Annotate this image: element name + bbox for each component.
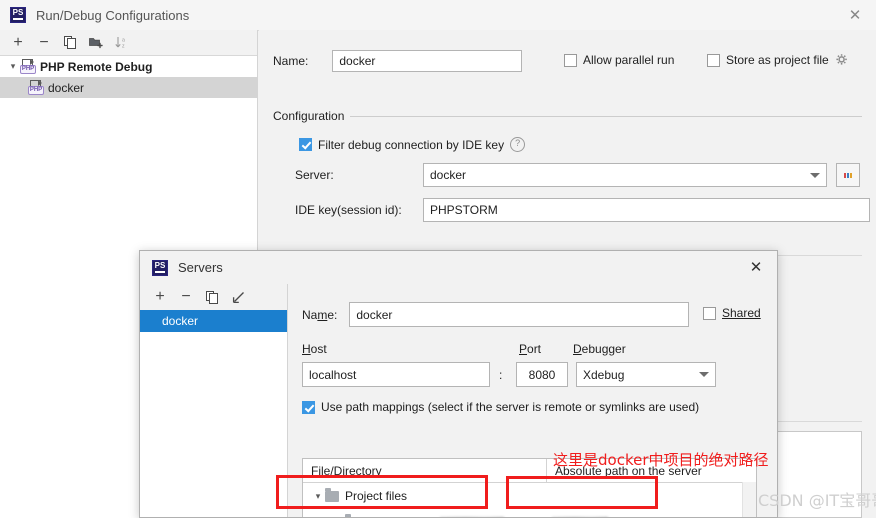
port-label: Port	[519, 342, 542, 356]
debugger-select[interactable]: Xdebug	[576, 362, 716, 387]
ellipsis-icon	[844, 172, 852, 178]
host-label: Host	[302, 342, 327, 356]
server-label: Server:	[295, 168, 334, 182]
name-field-row: Name: docker	[273, 50, 523, 72]
name-label: Name:	[273, 54, 309, 68]
server-select-value: docker	[430, 168, 467, 182]
php-remote-debug-icon: PHP	[20, 59, 36, 74]
store-as-project-file-row[interactable]: Store as project file	[707, 53, 849, 67]
allow-parallel-run-row[interactable]: Allow parallel run	[564, 53, 674, 67]
filter-debug-label: Filter debug connection by IDE key	[318, 137, 505, 152]
sidebar-item-label: docker	[48, 80, 85, 95]
shared-row[interactable]: Shared	[703, 306, 761, 320]
window-titlebar: Run/Debug Configurations ✕	[0, 0, 876, 31]
copy-icon[interactable]	[58, 32, 82, 54]
allow-parallel-run-label: Allow parallel run	[583, 53, 675, 67]
table-row[interactable]: ▾ Project files	[303, 483, 756, 509]
allow-parallel-run-checkbox[interactable]	[564, 53, 577, 67]
server-list-item-docker[interactable]: docker	[140, 310, 287, 332]
debugger-label: Debugger	[573, 342, 626, 356]
remove-configuration-button[interactable]: −	[32, 32, 56, 54]
chevron-down-icon[interactable]: ▾	[311, 491, 325, 502]
chevron-down-icon[interactable]: ▾	[6, 61, 20, 72]
php-remote-debug-icon: PHP	[28, 80, 44, 95]
server-select[interactable]: docker	[423, 163, 827, 187]
folder-add-icon[interactable]	[84, 32, 108, 54]
sort-az-icon[interactable]: a z	[110, 32, 134, 54]
add-server-button[interactable]: +	[148, 286, 172, 308]
ide-key-label: IDE key(session id):	[295, 203, 402, 217]
table-cell-file-directory: Project files	[345, 489, 408, 503]
port-separator: :	[499, 368, 503, 382]
servers-list-panel: + − docker	[140, 284, 288, 517]
chevron-down-icon	[810, 172, 820, 178]
import-arrow-icon[interactable]	[226, 286, 250, 308]
chevron-down-icon	[699, 372, 709, 377]
server-name-label: Name:	[302, 307, 338, 322]
port-input[interactable]: 8080	[516, 362, 568, 387]
watermark: CSDN @IT宝哥哥	[758, 491, 876, 510]
use-path-mappings-label: Use path mappings (select if the server …	[321, 400, 700, 414]
annotation-note: 这里是docker中项目的绝对路径	[553, 451, 769, 469]
shared-label: Shared	[722, 306, 761, 320]
sidebar-item-label: PHP Remote Debug	[40, 59, 153, 74]
table-scrollbar[interactable]	[742, 482, 756, 517]
store-as-project-file-checkbox[interactable]	[707, 53, 720, 67]
group-separator	[350, 115, 862, 117]
phpstorm-logo-icon	[10, 7, 26, 23]
servers-dialog-body: + − docker Name: docker Shared Host Port…	[140, 284, 777, 517]
filter-debug-row[interactable]: Filter debug connection by IDE key ?	[299, 137, 526, 152]
ide-key-input[interactable]: PHPSTORM	[423, 198, 870, 222]
close-icon[interactable]: ✕	[743, 255, 769, 279]
browse-servers-button[interactable]	[836, 163, 860, 187]
help-icon[interactable]: ?	[510, 137, 526, 152]
servers-dialog-titlebar: Servers ✕	[140, 251, 777, 284]
server-detail-panel: Name: docker Shared Host Port Debugger l…	[288, 284, 777, 517]
shared-checkbox[interactable]	[703, 306, 716, 320]
table-row[interactable]: ▸ D:\work\code\ /	[303, 509, 756, 517]
gear-icon[interactable]	[835, 53, 849, 67]
configuration-group-label: Configuration	[273, 109, 345, 123]
server-list-item-label: docker	[162, 314, 199, 328]
servers-toolbar: + −	[140, 284, 287, 310]
remove-server-button[interactable]: −	[174, 286, 198, 308]
sidebar-toolbar: + − a z	[0, 30, 257, 56]
server-field-row: Server: docker	[295, 163, 870, 187]
page-title: Run/Debug Configurations	[36, 7, 190, 23]
use-path-mappings-row[interactable]: Use path mappings (select if the server …	[302, 400, 699, 414]
server-name-row: Name: docker	[302, 302, 690, 327]
run-debug-configurations-window: Run/Debug Configurations ✕ + −	[0, 0, 876, 518]
copy-icon[interactable]	[200, 286, 224, 308]
servers-dialog: Servers ✕ + −	[139, 250, 778, 518]
sidebar-item-docker[interactable]: PHP docker	[0, 77, 257, 98]
name-input[interactable]: docker	[332, 50, 523, 72]
filter-debug-checkbox[interactable]	[299, 138, 312, 151]
debugger-select-value: Xdebug	[583, 367, 625, 382]
server-name-input[interactable]: docker	[349, 302, 690, 327]
store-as-project-file-label: Store as project file	[726, 53, 829, 67]
folder-icon	[325, 487, 339, 502]
close-icon[interactable]: ✕	[834, 0, 876, 29]
sidebar-item-php-remote-debug[interactable]: ▾ PHP PHP Remote Debug	[0, 56, 257, 77]
servers-dialog-title: Servers	[178, 260, 223, 275]
use-path-mappings-checkbox[interactable]	[302, 400, 315, 414]
host-input[interactable]: localhost	[302, 362, 490, 387]
svg-text:z: z	[122, 44, 125, 49]
column-header-file-directory[interactable]: File/Directory	[303, 459, 547, 482]
phpstorm-logo-icon	[152, 259, 168, 276]
configuration-group-header: Configuration	[273, 109, 862, 123]
add-configuration-button[interactable]: +	[6, 32, 30, 54]
ide-key-field-row: IDE key(session id): PHPSTORM	[295, 198, 870, 222]
